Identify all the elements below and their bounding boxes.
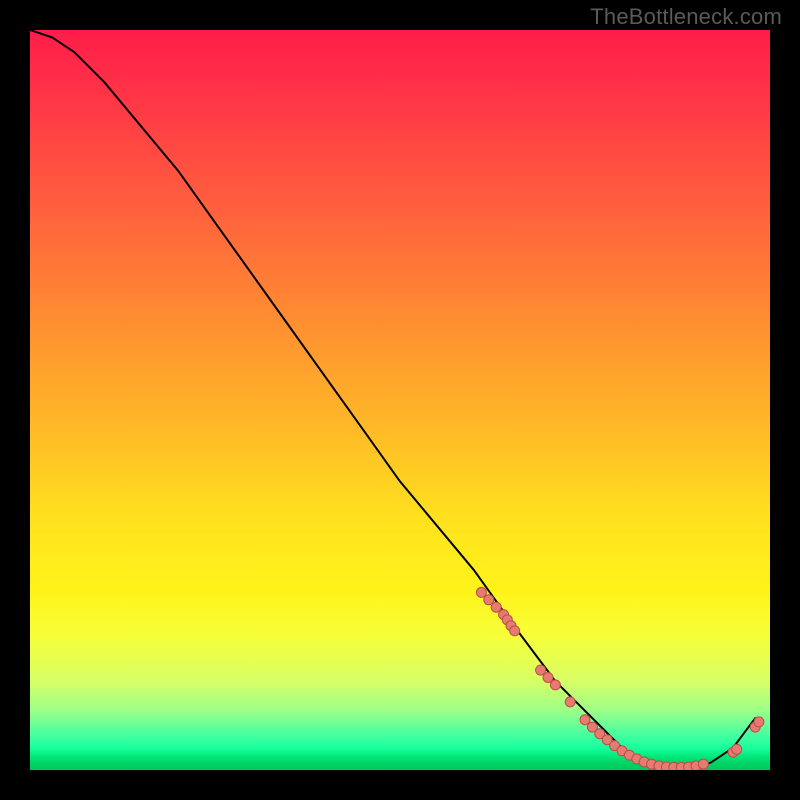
highlight-dot xyxy=(732,744,742,754)
highlight-dot xyxy=(484,595,494,605)
highlight-dot xyxy=(754,717,764,727)
highlight-dot xyxy=(476,587,486,597)
highlight-dot xyxy=(510,626,520,636)
highlight-dot xyxy=(536,665,546,675)
watermark-text: TheBottleneck.com xyxy=(590,4,782,30)
highlight-dot xyxy=(550,680,560,690)
plot-area xyxy=(30,30,770,770)
highlight-dots-group xyxy=(476,587,764,770)
highlight-dot xyxy=(698,759,708,769)
highlight-dot xyxy=(580,715,590,725)
chart-overlay xyxy=(30,30,770,770)
highlight-dot xyxy=(565,697,575,707)
highlight-dot xyxy=(543,673,553,683)
bottleneck-curve xyxy=(30,30,755,770)
highlight-dot xyxy=(491,602,501,612)
